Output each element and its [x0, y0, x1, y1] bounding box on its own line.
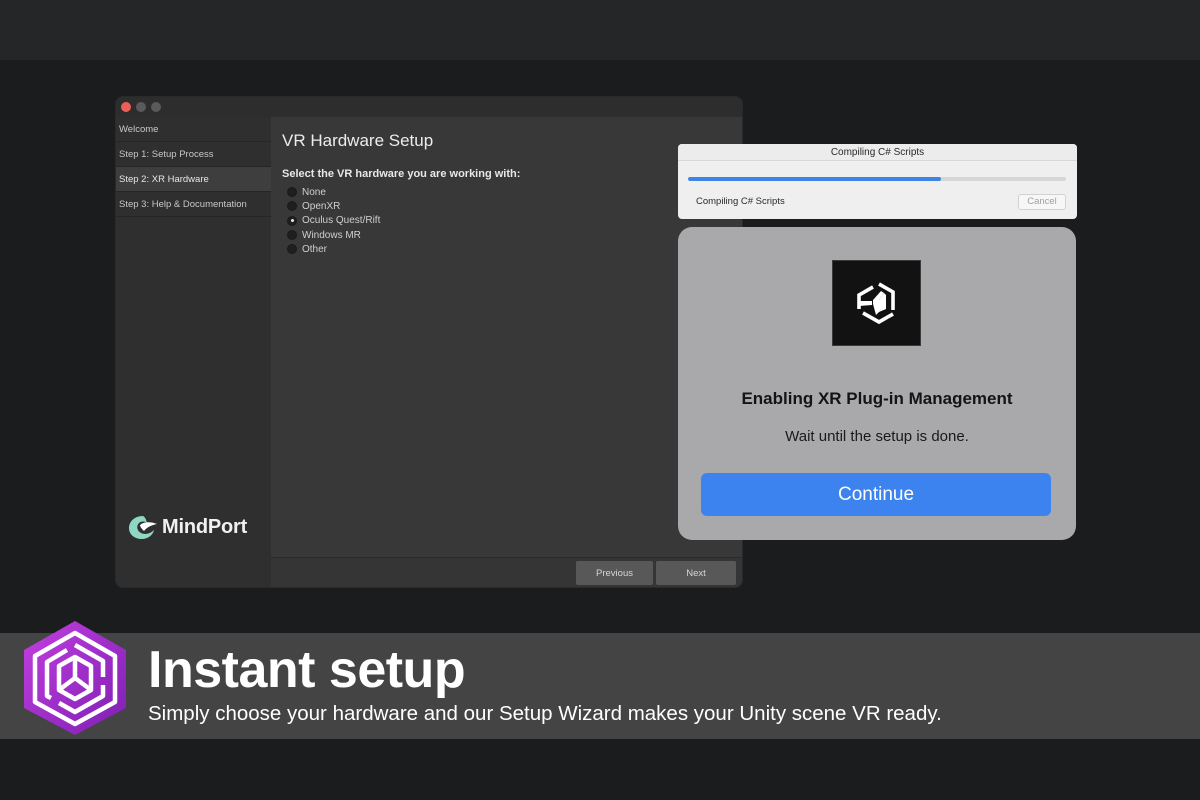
- hardware-radio-list: None OpenXR Oculus Quest/Rift Windows MR…: [287, 185, 380, 256]
- sidebar-item-welcome[interactable]: Welcome: [116, 117, 271, 142]
- sidebar-item-setup-process[interactable]: Step 1: Setup Process: [116, 142, 271, 167]
- radio-button[interactable]: [287, 230, 297, 241]
- radio-label: Oculus Quest/Rift: [302, 215, 381, 227]
- wizard-footer: Previous Next: [271, 557, 742, 587]
- wizard-sidebar: Welcome Step 1: Setup Process Step 2: XR…: [116, 117, 271, 587]
- close-window-button[interactable]: [121, 102, 131, 112]
- radio-option-openxr[interactable]: OpenXR: [287, 199, 380, 213]
- sidebar-item-help-documentation[interactable]: Step 3: Help & Documentation: [116, 192, 271, 217]
- radio-button[interactable]: [287, 187, 297, 198]
- radio-label: OpenXR: [302, 200, 341, 212]
- radio-button[interactable]: [287, 244, 297, 255]
- window-titlebar: [116, 97, 742, 117]
- setup-wizard-window: Welcome Step 1: Setup Process Step 2: XR…: [116, 97, 742, 587]
- radio-option-oculus[interactable]: Oculus Quest/Rift: [287, 214, 380, 228]
- radio-option-none[interactable]: None: [287, 185, 380, 199]
- radio-button[interactable]: [287, 201, 297, 212]
- radio-label: None: [302, 186, 326, 198]
- radio-button-selected[interactable]: [287, 215, 297, 226]
- logo-text: MindPort: [162, 515, 248, 538]
- minimize-window-button[interactable]: [136, 102, 146, 112]
- progress-bar-fill: [688, 177, 942, 181]
- top-strip: [0, 0, 1200, 60]
- radio-label: Other: [302, 243, 328, 255]
- radio-option-windows-mr[interactable]: Windows MR: [287, 228, 380, 242]
- hexagon-cube-logo-icon: [24, 621, 126, 735]
- maximize-window-button[interactable]: [151, 102, 161, 112]
- progress-bar: [688, 177, 1066, 181]
- unity-logo-icon: [832, 260, 921, 346]
- banner-subtitle: Simply choose your hardware and our Setu…: [148, 702, 942, 725]
- page-title: VR Hardware Setup: [282, 131, 434, 150]
- mindport-leaf-icon: [129, 516, 157, 539]
- radio-label: Windows MR: [302, 229, 361, 241]
- mindport-logo: MindPort: [126, 512, 247, 542]
- sidebar-item-xr-hardware[interactable]: Step 2: XR Hardware: [116, 167, 271, 192]
- banner-title: Instant setup: [148, 641, 466, 699]
- dialog-message: Wait until the setup is done.: [785, 428, 969, 445]
- dialog-title: Enabling XR Plug-in Management: [741, 389, 1013, 408]
- hardware-prompt: Select the VR hardware you are working w…: [282, 168, 521, 180]
- progress-window-title: Compiling C# Scripts: [678, 144, 1077, 161]
- next-button[interactable]: Next: [656, 561, 736, 585]
- progress-status-label: Compiling C# Scripts: [696, 196, 785, 207]
- compiling-progress-window: Compiling C# Scripts Compiling C# Script…: [678, 144, 1077, 219]
- continue-button[interactable]: Continue: [701, 473, 1051, 516]
- previous-button[interactable]: Previous: [576, 561, 653, 585]
- cancel-button[interactable]: Cancel: [1018, 194, 1066, 210]
- wizard-content: VR Hardware Setup Select the VR hardware…: [271, 117, 742, 557]
- xr-plugin-dialog: Enabling XR Plug-in Management Wait unti…: [678, 227, 1076, 540]
- radio-option-other[interactable]: Other: [287, 242, 380, 256]
